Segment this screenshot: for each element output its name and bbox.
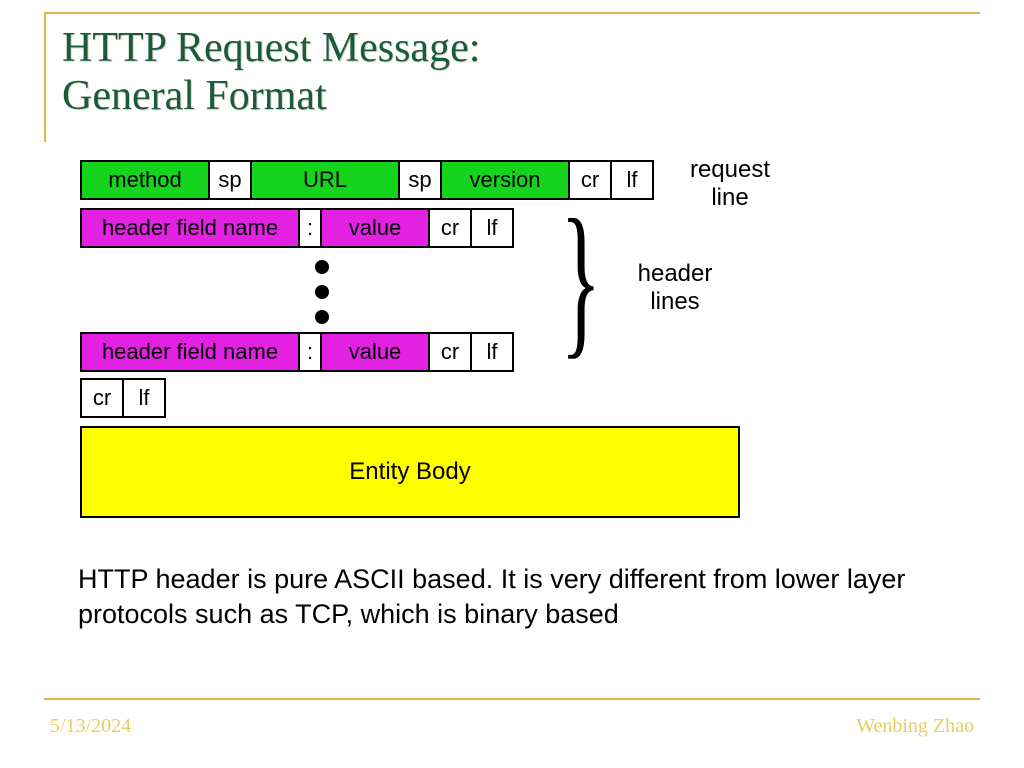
cr-cell: cr: [428, 332, 472, 372]
slide: HTTP Request Message: General Format met…: [0, 0, 1024, 768]
url-cell: URL: [250, 160, 400, 200]
slide-date: 5/13/2024: [50, 715, 131, 738]
title-line-2: General Format: [62, 73, 327, 119]
ellipsis-dot-icon: [315, 310, 329, 324]
curly-brace-icon: }: [560, 194, 601, 364]
header-line-row: header field name : value cr lf: [80, 332, 514, 372]
colon-cell: :: [298, 332, 322, 372]
http-format-diagram: method sp URL sp version cr lf request l…: [80, 160, 960, 610]
entity-body-cell: Entity Body: [80, 426, 740, 518]
header-line-row: header field name : value cr lf: [80, 208, 514, 248]
colon-cell: :: [298, 208, 322, 248]
slide-author: Wenbing Zhao: [856, 715, 974, 738]
title-line-1: HTTP Request Message:: [62, 25, 480, 71]
bottom-rule: [44, 698, 980, 700]
header-name-cell: header field name: [80, 332, 300, 372]
top-rule: [44, 12, 980, 14]
header-lines-label: header lines: [620, 260, 730, 315]
sp-cell: sp: [398, 160, 442, 200]
header-value-cell: value: [320, 208, 430, 248]
cr-cell: cr: [80, 378, 124, 418]
version-cell: version: [440, 160, 570, 200]
cr-cell: cr: [428, 208, 472, 248]
lf-cell: lf: [470, 208, 514, 248]
ellipsis-dot-icon: [315, 260, 329, 274]
footnote-text: HTTP header is pure ASCII based. It is v…: [78, 562, 958, 631]
ellipsis-dot-icon: [315, 285, 329, 299]
sp-cell: sp: [208, 160, 252, 200]
request-line-label: request line: [670, 156, 790, 211]
page-title: HTTP Request Message: General Format: [62, 24, 480, 121]
header-name-cell: header field name: [80, 208, 300, 248]
blank-line-row: cr lf: [80, 378, 166, 418]
lf-cell: lf: [610, 160, 654, 200]
header-value-cell: value: [320, 332, 430, 372]
left-rule: [44, 12, 46, 142]
lf-cell: lf: [470, 332, 514, 372]
lf-cell: lf: [122, 378, 166, 418]
method-cell: method: [80, 160, 210, 200]
